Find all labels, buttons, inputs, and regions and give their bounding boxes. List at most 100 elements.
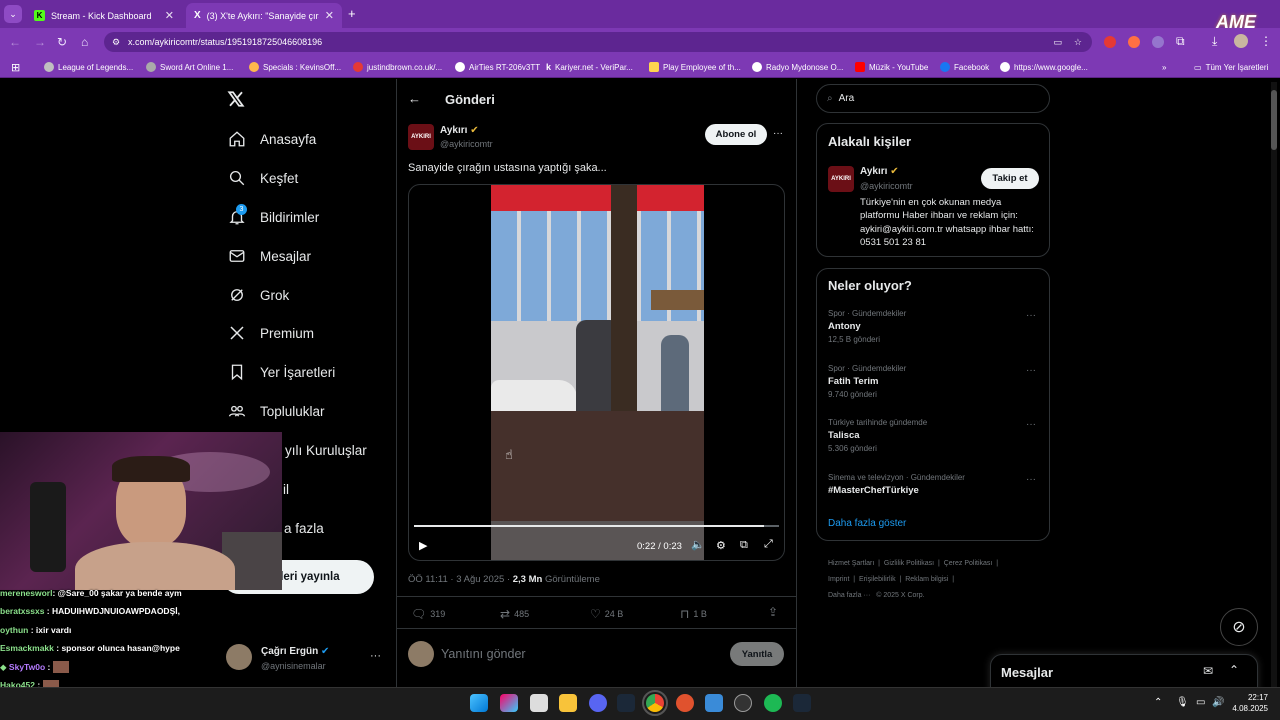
- trend-item[interactable]: Spor · Gündemdekiler Fatih Terim 9.740 gön…: [828, 364, 906, 399]
- related-avatar[interactable]: AYKIRI: [828, 166, 854, 192]
- repost-action[interactable]: ⇄ 485: [500, 607, 529, 621]
- author-avatar[interactable]: AYKIRI: [408, 124, 434, 150]
- close-icon[interactable]: ✕: [165, 9, 174, 22]
- bookmark-item[interactable]: Müzik - YouTube: [855, 58, 928, 76]
- bookmark-item[interactable]: Specials : KevinsOff...: [249, 58, 341, 76]
- bookmark-item[interactable]: League of Legends...: [44, 58, 133, 76]
- cast-icon[interactable]: ▭: [1053, 37, 1062, 48]
- chrome-icon[interactable]: [642, 690, 668, 716]
- steam-icon[interactable]: [617, 694, 635, 712]
- trend-more-icon[interactable]: ···: [1026, 365, 1036, 376]
- subscribe-button[interactable]: Abone ol: [705, 124, 767, 145]
- nav-grok[interactable]: Grok: [228, 280, 289, 310]
- tab-search-button[interactable]: ⌄: [4, 5, 22, 23]
- network-icon[interactable]: ▭: [1196, 697, 1205, 708]
- reload-button[interactable]: ↻: [57, 35, 67, 49]
- scrollbar[interactable]: [1271, 82, 1277, 687]
- video-player[interactable]: ▶ 0:22 / 0:23 🔈 ⚙ ⧉ ⤢: [408, 184, 785, 561]
- follow-button[interactable]: Takip et: [981, 168, 1039, 189]
- spotify-icon[interactable]: [764, 694, 782, 712]
- nav-premium[interactable]: Premium: [228, 318, 314, 348]
- file-explorer-icon[interactable]: [559, 694, 577, 712]
- grok-fab-icon[interactable]: ⊘: [1220, 608, 1258, 646]
- all-bookmarks[interactable]: ▭ Tüm Yer İşaretleri: [1194, 58, 1268, 76]
- app-icon[interactable]: [734, 694, 752, 712]
- trend-more-icon[interactable]: ···: [1026, 474, 1036, 485]
- clock[interactable]: 22:17 4.08.2025: [1232, 692, 1268, 714]
- bookmark-item[interactable]: AirTies RT-206v3TT: [455, 58, 540, 76]
- steam-icon[interactable]: [793, 694, 811, 712]
- bookmark-action[interactable]: ⊓ 1 B: [680, 607, 707, 621]
- app-icon[interactable]: [676, 694, 694, 712]
- nav-bookmarks[interactable]: Yer İşaretleri: [228, 357, 335, 387]
- volume-icon[interactable]: 🔈: [691, 538, 705, 551]
- new-message-icon[interactable]: ✉: [1203, 664, 1213, 678]
- site-info-icon[interactable]: ⚙: [112, 37, 120, 48]
- new-tab-button[interactable]: +: [348, 6, 356, 21]
- tab-kick-dashboard[interactable]: K Stream - Kick Dashboard ✕: [26, 3, 182, 28]
- bookmark-star-icon[interactable]: ☆: [1074, 37, 1082, 48]
- trend-item[interactable]: Sinema ve televizyon · Gündemdekiler #Mas…: [828, 473, 965, 499]
- bookmark-item[interactable]: Play Employee of th...: [649, 58, 741, 76]
- nav-verified-orgs[interactable]: yılı Kuruluşlar: [285, 435, 367, 465]
- play-icon[interactable]: ▶: [419, 539, 427, 552]
- tab-x-post[interactable]: X (3) X'te Aykırı: "Sanayide çırağı ✕: [186, 3, 342, 28]
- x-logo-icon[interactable]: [226, 90, 246, 108]
- more-options-icon[interactable]: ···: [773, 128, 783, 139]
- bookmark-item[interactable]: Radyo Mydonose O...: [752, 58, 843, 76]
- back-button[interactable]: ←: [9, 35, 21, 49]
- avatar[interactable]: [226, 644, 252, 670]
- nav-explore[interactable]: Keşfet: [228, 163, 298, 193]
- profile-avatar[interactable]: [1234, 34, 1248, 48]
- extension-icon[interactable]: [1152, 36, 1164, 48]
- photos-icon[interactable]: [705, 694, 723, 712]
- author-name[interactable]: Aykırı ✔: [440, 125, 479, 136]
- extension-icon[interactable]: [1128, 36, 1140, 48]
- trend-item[interactable]: Spor · Gündemdekiler Antony 12,5 B gönderi: [828, 309, 906, 344]
- pip-icon[interactable]: ⧉: [740, 539, 748, 552]
- home-button[interactable]: ⌂: [81, 35, 88, 49]
- tray-chevron-icon[interactable]: ⌃: [1154, 697, 1162, 708]
- back-arrow-icon[interactable]: ←: [408, 91, 421, 106]
- address-bar[interactable]: ⚙ x.com/aykiricomtr/status/1951918725046…: [104, 32, 1092, 52]
- nav-messages[interactable]: Mesajlar: [228, 241, 311, 271]
- reply-action[interactable]: 🗨 319: [411, 607, 445, 621]
- extension-icon[interactable]: [1104, 36, 1116, 48]
- like-action[interactable]: ♡ 24 B: [590, 607, 623, 621]
- bookmark-item[interactable]: Facebook: [940, 58, 989, 76]
- nav-communities[interactable]: Topluluklar: [228, 396, 325, 426]
- show-more-link[interactable]: Daha fazla göster: [828, 518, 906, 529]
- copilot-icon[interactable]: [500, 694, 518, 712]
- author-handle[interactable]: @aykiricomtr: [440, 139, 493, 149]
- account-menu-icon[interactable]: ···: [370, 650, 381, 662]
- bookmarks-overflow-icon[interactable]: »: [1162, 58, 1166, 76]
- extensions-puzzle-icon[interactable]: ⧉: [1176, 34, 1185, 49]
- fullscreen-icon[interactable]: ⤢: [764, 538, 773, 551]
- windows-start-icon[interactable]: [470, 694, 488, 712]
- forward-button[interactable]: →: [34, 35, 46, 49]
- bookmark-item[interactable]: Sword Art Online 1...: [146, 58, 233, 76]
- search-input[interactable]: ⌕ Ara: [816, 84, 1050, 113]
- nav-home[interactable]: Anasayfa: [228, 124, 316, 154]
- nav-more[interactable]: a fazla: [284, 513, 324, 543]
- apps-grid-icon[interactable]: ⊞: [11, 58, 20, 76]
- settings-gear-icon[interactable]: ⚙: [716, 539, 726, 552]
- download-icon[interactable]: ⤓: [1212, 34, 1217, 49]
- share-icon[interactable]: ⇪: [768, 605, 778, 619]
- bookmark-item[interactable]: https://www.google...: [1000, 58, 1088, 76]
- bookmark-item[interactable]: k Kariyer.net - VeriPar...: [546, 58, 633, 76]
- menu-kebab-icon[interactable]: ⋮: [1260, 34, 1272, 48]
- related-name[interactable]: Aykırı ✔: [860, 166, 899, 177]
- microphone-icon[interactable]: 🎙: [1176, 697, 1189, 708]
- volume-icon[interactable]: 🔊: [1212, 697, 1224, 708]
- trend-more-icon[interactable]: ···: [1026, 310, 1036, 321]
- nav-profile[interactable]: il: [283, 474, 289, 504]
- discord-icon[interactable]: [589, 694, 607, 712]
- expand-icon[interactable]: ⌃: [1229, 663, 1239, 677]
- store-icon[interactable]: [530, 694, 548, 712]
- trend-more-icon[interactable]: ···: [1026, 419, 1036, 430]
- reply-button[interactable]: Yanıtla: [730, 642, 784, 666]
- trend-item[interactable]: Türkiye tarihinde gündemde Talisca 5.306 g…: [828, 418, 927, 453]
- reply-input[interactable]: Yanıtını gönder: [441, 647, 721, 661]
- close-icon[interactable]: ✕: [325, 9, 334, 22]
